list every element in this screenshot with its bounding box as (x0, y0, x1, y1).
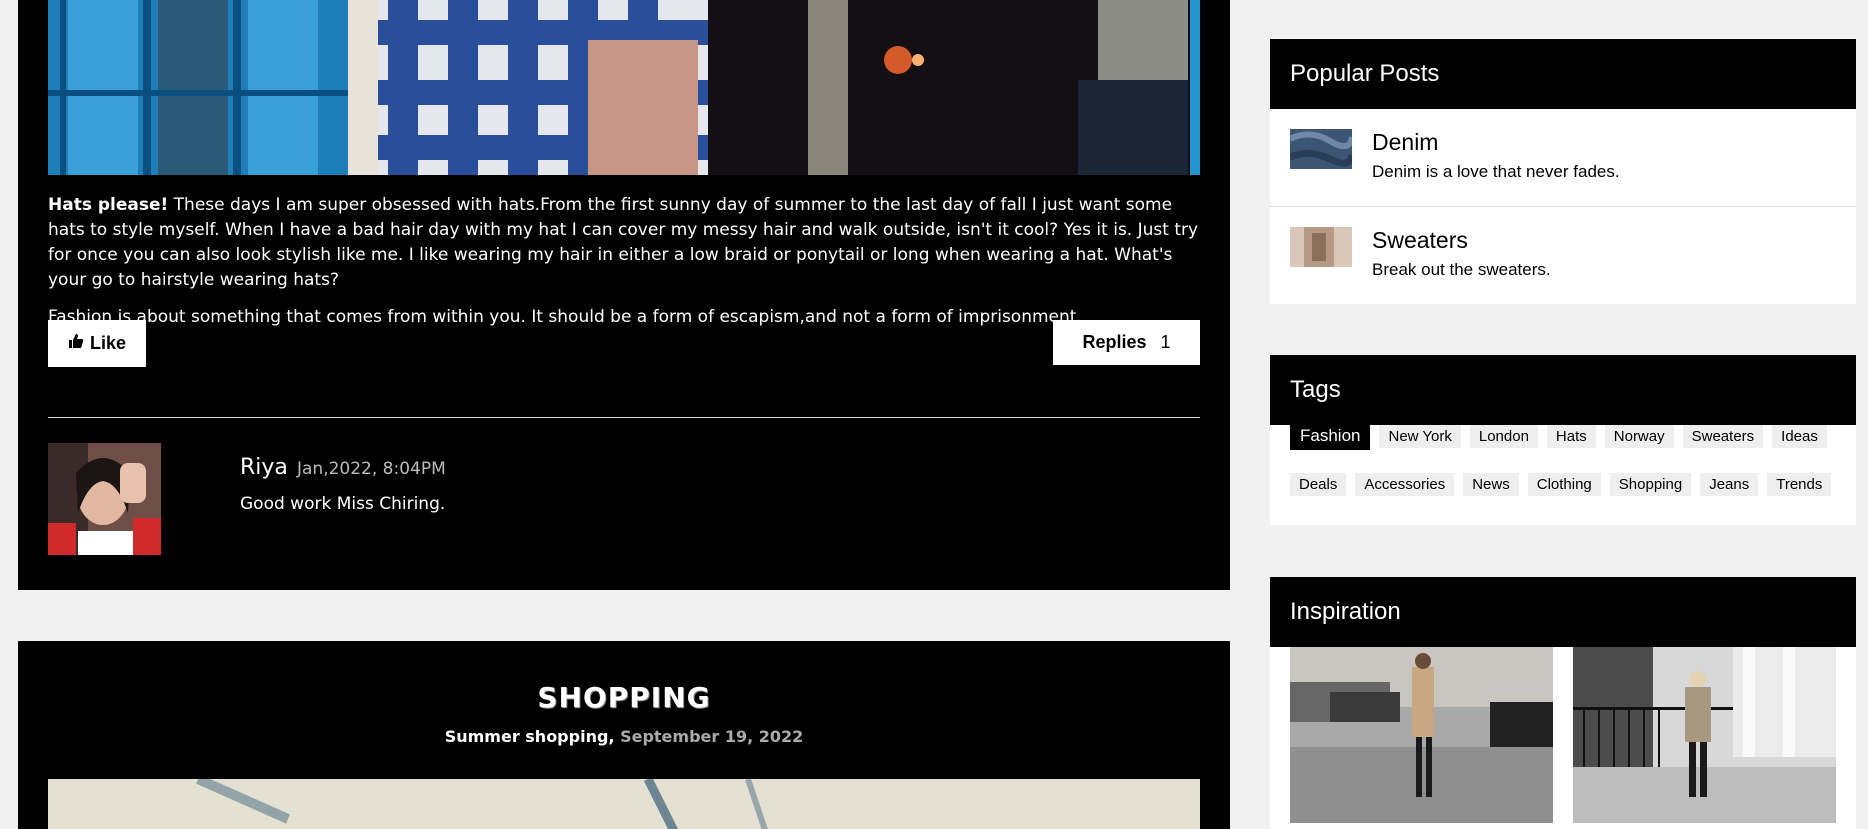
popular-posts-widget: Popular Posts Denim Denim is a love that… (1270, 39, 1856, 304)
post-date: September 19, 2022 (620, 727, 804, 746)
comment-avatar (48, 443, 161, 555)
post-subtitle: Summer shopping, September 19, 2022 (18, 727, 1230, 746)
comment-date: Jan,2022, 8:04PM (297, 459, 446, 479)
inspiration-gallery (1270, 647, 1856, 823)
divider (48, 417, 1200, 418)
inspiration-title: Inspiration (1270, 577, 1856, 647)
popular-post-desc: Denim is a love that never fades. (1372, 162, 1620, 181)
post-card: Hats please! These days I am super obses… (18, 0, 1230, 590)
post-paragraph-1-text: These days I am super obsessed with hats… (48, 195, 1199, 290)
popular-post-thumbnail (1290, 129, 1352, 169)
tag-new-york[interactable]: New York (1379, 425, 1461, 448)
tags-widget: Tags Fashion New York London Hats Norway… (1270, 355, 1856, 525)
tag-shopping[interactable]: Shopping (1609, 473, 1692, 496)
inspiration-widget: Inspiration (1270, 577, 1856, 829)
tag-news[interactable]: News (1463, 473, 1519, 496)
post-image (48, 779, 1200, 829)
post-paragraph-2: Fashion is about something that comes fr… (48, 307, 1082, 327)
post-paragraph-1: Hats please! These days I am super obses… (48, 193, 1200, 293)
replies-button[interactable]: Replies 1 (1053, 320, 1200, 365)
thumbs-up-icon (68, 333, 84, 354)
tag-trends[interactable]: Trends (1767, 473, 1832, 496)
popular-post-title[interactable]: Sweaters (1372, 227, 1468, 254)
post-intro-bold: Hats please! (48, 195, 169, 215)
inspiration-image[interactable] (1573, 647, 1836, 823)
tag-deals[interactable]: Deals (1290, 473, 1347, 496)
tags-title: Tags (1270, 355, 1856, 425)
replies-label: Replies (1082, 332, 1147, 352)
comment-author: Riya (240, 455, 288, 480)
comment-header: Riya Jan,2022, 8:04PM (240, 455, 446, 480)
popular-post-title[interactable]: Denim (1372, 129, 1438, 156)
post-body: Hats please! These days I am super obses… (48, 193, 1200, 342)
post-hero-image (48, 0, 1200, 175)
comment-text: Good work Miss Chiring. (240, 494, 446, 514)
popular-post-item[interactable]: Denim Denim is a love that never fades. (1270, 109, 1856, 207)
tag-accessories[interactable]: Accessories (1355, 473, 1455, 496)
inspiration-image[interactable] (1290, 647, 1553, 823)
tag-london[interactable]: London (1469, 425, 1538, 448)
like-button[interactable]: Like (48, 320, 146, 367)
post-title[interactable]: SHOPPING (18, 681, 1230, 714)
replies-count: 1 (1160, 332, 1171, 352)
post-card-shopping: SHOPPING Summer shopping, September 19, … (18, 641, 1230, 829)
popular-post-item[interactable]: Sweaters Break out the sweaters. (1270, 207, 1856, 305)
tag-list: Fashion New York London Hats Norway Swea… (1270, 425, 1856, 496)
tag-jeans[interactable]: Jeans (1700, 473, 1759, 496)
tag-ideas[interactable]: Ideas (1772, 425, 1827, 448)
like-label: Like (89, 333, 127, 353)
popular-post-thumbnail (1290, 227, 1352, 267)
post-subtitle-text: Summer shopping, (444, 727, 615, 746)
popular-post-desc: Break out the sweaters. (1372, 260, 1551, 279)
tag-clothing[interactable]: Clothing (1527, 473, 1601, 496)
popular-posts-title: Popular Posts (1270, 39, 1856, 109)
tag-norway[interactable]: Norway (1604, 425, 1674, 448)
tag-sweaters[interactable]: Sweaters (1682, 425, 1764, 448)
tag-fashion[interactable]: Fashion (1290, 425, 1371, 450)
tag-hats[interactable]: Hats (1546, 425, 1596, 448)
